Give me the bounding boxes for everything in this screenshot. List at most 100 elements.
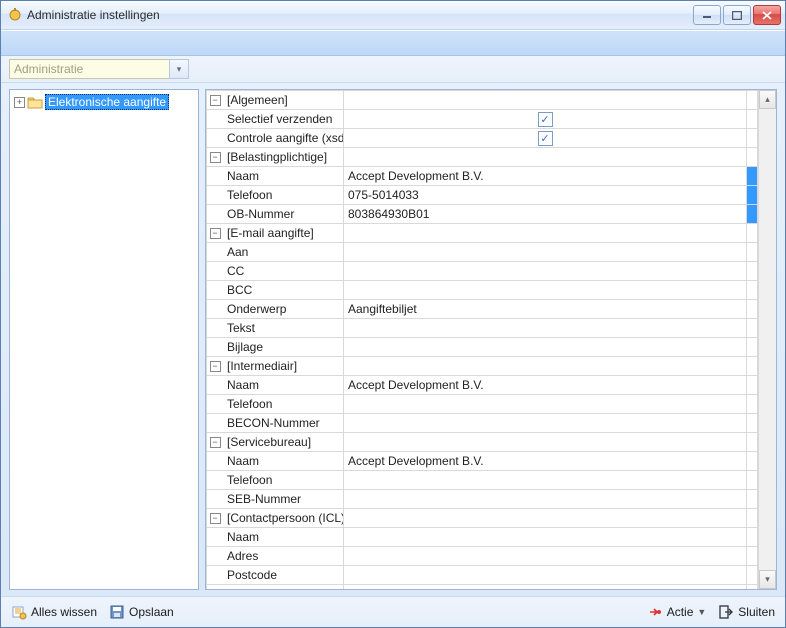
property-label: Naam	[223, 528, 344, 547]
property-value[interactable]	[344, 566, 747, 585]
property-label: OB-Nummer	[223, 205, 344, 224]
property-row[interactable]: Aan	[207, 243, 758, 262]
property-label: Tekst	[223, 319, 344, 338]
property-row[interactable]: Controle aangifte (xsd) ✓	[207, 129, 758, 148]
property-row[interactable]: Selectief verzenden✓	[207, 110, 758, 129]
row-indicator	[747, 376, 758, 395]
clear-all-label: Alles wissen	[31, 605, 97, 619]
property-row[interactable]: NaamAccept Development B.V.	[207, 452, 758, 471]
property-row[interactable]: CC	[207, 262, 758, 281]
tree-root-row[interactable]: + Elektronische aangifte	[14, 94, 194, 110]
folder-icon	[27, 95, 43, 109]
property-row[interactable]: BCC	[207, 281, 758, 300]
admin-combo-input[interactable]	[9, 59, 169, 79]
minimize-button[interactable]	[693, 5, 721, 25]
property-value[interactable]: Accept Development B.V.	[344, 167, 747, 186]
property-group-header[interactable]: −[Servicebureau]	[207, 433, 758, 452]
property-row[interactable]: Postcode	[207, 566, 758, 585]
property-value[interactable]	[344, 528, 747, 547]
collapse-icon[interactable]: −	[210, 228, 221, 239]
property-row[interactable]: Woonplaats	[207, 585, 758, 590]
footer-bar: Alles wissen Opslaan Actie ▼ Sluiten	[1, 596, 785, 627]
ribbon-strip	[1, 30, 785, 56]
property-value[interactable]	[344, 338, 747, 357]
action-icon	[647, 604, 663, 620]
property-value[interactable]	[344, 281, 747, 300]
close-footer-button[interactable]: Sluiten	[718, 604, 775, 620]
checkbox-icon[interactable]: ✓	[538, 112, 553, 127]
group-name: [Contactpersoon (ICL)]	[223, 509, 344, 528]
save-icon	[109, 604, 125, 620]
collapse-icon[interactable]: −	[210, 361, 221, 372]
collapse-icon[interactable]: −	[210, 152, 221, 163]
scroll-down-arrow-icon[interactable]: ▾	[759, 570, 776, 589]
collapse-icon[interactable]: −	[210, 95, 221, 106]
property-group-header[interactable]: −[Algemeen]	[207, 91, 758, 110]
save-button[interactable]: Opslaan	[109, 604, 174, 620]
action-label: Actie	[667, 605, 694, 619]
property-value[interactable]	[344, 243, 747, 262]
admin-combo[interactable]: ▾	[9, 59, 189, 79]
maximize-button[interactable]	[723, 5, 751, 25]
property-value[interactable]: 803864930B01	[344, 205, 747, 224]
property-group-header[interactable]: −[E-mail aangifte]	[207, 224, 758, 243]
property-value[interactable]	[344, 471, 747, 490]
collapse-icon[interactable]: −	[210, 437, 221, 448]
tree-panel: + Elektronische aangifte	[9, 89, 199, 590]
property-row[interactable]: OB-Nummer803864930B01	[207, 205, 758, 224]
collapse-icon[interactable]: −	[210, 513, 221, 524]
property-row[interactable]: Telefoon	[207, 471, 758, 490]
row-indicator	[747, 452, 758, 471]
property-label: Telefoon	[223, 471, 344, 490]
property-value[interactable]: Accept Development B.V.	[344, 376, 747, 395]
property-label: Telefoon	[223, 395, 344, 414]
property-row[interactable]: Adres	[207, 547, 758, 566]
clear-all-button[interactable]: Alles wissen	[11, 604, 97, 620]
scroll-track[interactable]	[759, 109, 776, 570]
title-bar: Administratie instellingen	[1, 1, 785, 30]
property-value[interactable]	[344, 547, 747, 566]
property-value[interactable]	[344, 585, 747, 590]
property-value[interactable]: ✓	[344, 110, 747, 129]
property-value[interactable]	[344, 490, 747, 509]
property-label: Onderwerp	[223, 300, 344, 319]
property-row[interactable]: Tekst	[207, 319, 758, 338]
property-label: CC	[223, 262, 344, 281]
property-value[interactable]	[344, 395, 747, 414]
property-row[interactable]: NaamAccept Development B.V.	[207, 167, 758, 186]
property-grid[interactable]: −[Algemeen]Selectief verzenden✓Controle …	[206, 90, 758, 589]
property-group-header[interactable]: −[Belastingplichtige]	[207, 148, 758, 167]
property-row[interactable]: OnderwerpAangiftebiljet	[207, 300, 758, 319]
property-row[interactable]: BECON-Nummer	[207, 414, 758, 433]
property-group-header[interactable]: −[Contactpersoon (ICL)]	[207, 509, 758, 528]
close-button[interactable]	[753, 5, 781, 25]
chevron-down-icon[interactable]: ▾	[169, 59, 189, 79]
property-group-header[interactable]: −[Intermediair]	[207, 357, 758, 376]
group-name: [Belastingplichtige]	[223, 148, 344, 167]
property-value[interactable]: 075-5014033	[344, 186, 747, 205]
property-row[interactable]: SEB-Nummer	[207, 490, 758, 509]
row-indicator	[747, 129, 758, 148]
checkbox-icon[interactable]: ✓	[538, 131, 553, 146]
property-value[interactable]: Aangiftebiljet	[344, 300, 747, 319]
tree-expander-icon[interactable]: +	[14, 97, 25, 108]
property-row[interactable]: Bijlage	[207, 338, 758, 357]
property-row[interactable]: NaamAccept Development B.V.	[207, 376, 758, 395]
action-button[interactable]: Actie ▼	[647, 604, 707, 620]
close-footer-label: Sluiten	[738, 605, 775, 619]
property-value[interactable]	[344, 262, 747, 281]
property-value[interactable]: Accept Development B.V.	[344, 452, 747, 471]
property-row[interactable]: Telefoon075-5014033	[207, 186, 758, 205]
scroll-up-arrow-icon[interactable]: ▴	[759, 90, 776, 109]
row-indicator	[747, 205, 758, 224]
vertical-scrollbar[interactable]: ▴ ▾	[758, 90, 776, 589]
group-name: [Algemeen]	[223, 91, 344, 110]
property-value[interactable]: ✓	[344, 129, 747, 148]
property-label: Aan	[223, 243, 344, 262]
property-label: Controle aangifte (xsd)	[223, 129, 344, 148]
property-row[interactable]: Naam	[207, 528, 758, 547]
property-value[interactable]	[344, 414, 747, 433]
property-row[interactable]: Telefoon	[207, 395, 758, 414]
save-label: Opslaan	[129, 605, 174, 619]
property-value[interactable]	[344, 319, 747, 338]
